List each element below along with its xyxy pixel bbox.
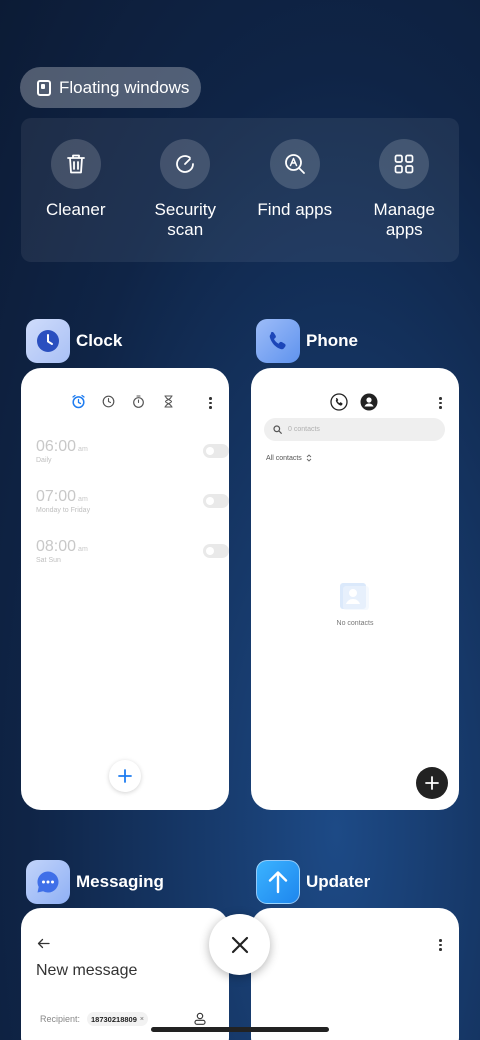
updater-app-header[interactable]: Updater bbox=[256, 860, 370, 904]
clock-app-header[interactable]: Clock bbox=[26, 319, 122, 363]
alarm-time: 08:00 bbox=[36, 538, 77, 555]
contacts-tab-icon[interactable] bbox=[360, 393, 378, 416]
clock-more-icon[interactable] bbox=[209, 397, 212, 409]
alarm-time: 06:00 bbox=[36, 438, 77, 455]
recipient-label: Recipient: bbox=[40, 1014, 81, 1024]
floating-windows-label: Floating windows bbox=[59, 77, 190, 97]
add-alarm-button[interactable] bbox=[109, 760, 141, 792]
close-icon bbox=[231, 936, 248, 953]
clock-app-preview[interactable]: 06:00 am Daily 07:00 am Monday to Friday 0… bbox=[21, 368, 229, 810]
phone-app-preview[interactable]: 0 contacts All contacts No contacts bbox=[251, 368, 459, 810]
manage-apps-label: Manage apps bbox=[373, 200, 435, 239]
quick-tools-panel: Cleaner Security scan Find apps Manage a… bbox=[21, 118, 459, 262]
plus-icon bbox=[118, 769, 132, 783]
alarm-tab-icon[interactable] bbox=[71, 394, 86, 409]
alarm-repeat: Daily bbox=[36, 457, 52, 464]
manage-apps-button[interactable]: Manage apps bbox=[350, 118, 460, 262]
remove-recipient-icon[interactable]: × bbox=[140, 1016, 144, 1023]
alarm-ampm: am bbox=[78, 546, 88, 553]
updater-app-preview[interactable] bbox=[251, 908, 459, 1040]
alarm-ampm: am bbox=[78, 446, 88, 453]
trash-icon bbox=[50, 139, 101, 189]
find-apps-icon bbox=[269, 139, 320, 189]
alarm-item[interactable]: 08:00 am Sat Sun bbox=[36, 538, 229, 578]
alarm-item[interactable]: 06:00 am Daily bbox=[36, 438, 229, 478]
empty-contacts-label: No contacts bbox=[336, 620, 374, 627]
clock-app-icon bbox=[26, 319, 70, 363]
dialer-tab-icon[interactable] bbox=[330, 393, 348, 416]
messaging-app-icon bbox=[26, 860, 70, 904]
updater-app-icon bbox=[256, 860, 300, 904]
phone-more-icon[interactable] bbox=[439, 397, 442, 409]
alarm-item[interactable]: 07:00 am Monday to Friday bbox=[36, 488, 229, 528]
contacts-filter-dropdown[interactable]: All contacts bbox=[266, 454, 312, 462]
search-placeholder: 0 contacts bbox=[288, 426, 320, 433]
updater-more-icon[interactable] bbox=[439, 939, 442, 951]
timer-tab-icon[interactable] bbox=[161, 394, 176, 409]
alarm-ampm: am bbox=[78, 496, 88, 503]
back-arrow-icon[interactable] bbox=[37, 936, 50, 954]
find-apps-label: Find apps bbox=[257, 200, 333, 219]
security-scan-button[interactable]: Security scan bbox=[131, 118, 241, 262]
clock-tabs bbox=[71, 394, 176, 409]
floating-window-icon bbox=[37, 79, 51, 96]
search-icon bbox=[273, 425, 282, 434]
messaging-app-preview[interactable]: New message Recipient: 18730218809 × bbox=[21, 908, 229, 1040]
alarm-toggle[interactable] bbox=[203, 494, 229, 508]
floating-windows-button[interactable]: Floating windows bbox=[20, 67, 201, 108]
clock-app-name: Clock bbox=[76, 331, 123, 350]
close-all-button[interactable] bbox=[209, 914, 270, 975]
grid-icon bbox=[379, 139, 430, 189]
cleaner-label: Cleaner bbox=[45, 200, 106, 219]
contacts-filter-label: All contacts bbox=[266, 454, 302, 462]
messaging-app-header[interactable]: Messaging bbox=[26, 860, 164, 904]
add-contact-button[interactable] bbox=[416, 767, 448, 799]
sort-chevron-icon bbox=[306, 454, 312, 462]
messaging-app-name: Messaging bbox=[76, 872, 164, 891]
stopwatch-tab-icon[interactable] bbox=[131, 394, 146, 409]
phone-app-name: Phone bbox=[306, 331, 358, 350]
home-indicator[interactable] bbox=[151, 1027, 329, 1032]
find-apps-button[interactable]: Find apps bbox=[240, 118, 350, 262]
alarm-repeat: Sat Sun bbox=[36, 557, 61, 564]
updater-app-name: Updater bbox=[306, 872, 371, 891]
phone-app-icon bbox=[256, 319, 300, 363]
alarm-repeat: Monday to Friday bbox=[36, 507, 91, 514]
contacts-search-input[interactable]: 0 contacts bbox=[264, 418, 445, 441]
recipient-chip[interactable]: 18730218809 × bbox=[87, 1012, 148, 1026]
plus-icon bbox=[425, 776, 439, 790]
alarm-toggle[interactable] bbox=[203, 444, 229, 458]
recipient-value: 18730218809 bbox=[91, 1014, 137, 1024]
security-scan-icon bbox=[160, 139, 211, 189]
cleaner-button[interactable]: Cleaner bbox=[21, 118, 131, 262]
new-message-title: New message bbox=[36, 962, 138, 979]
world-clock-tab-icon[interactable] bbox=[101, 394, 116, 409]
phone-app-header[interactable]: Phone bbox=[256, 319, 358, 363]
alarm-time: 07:00 bbox=[36, 488, 77, 505]
empty-contacts-icon bbox=[339, 582, 369, 615]
alarm-toggle[interactable] bbox=[203, 544, 229, 558]
security-scan-label: Security scan bbox=[154, 200, 216, 239]
